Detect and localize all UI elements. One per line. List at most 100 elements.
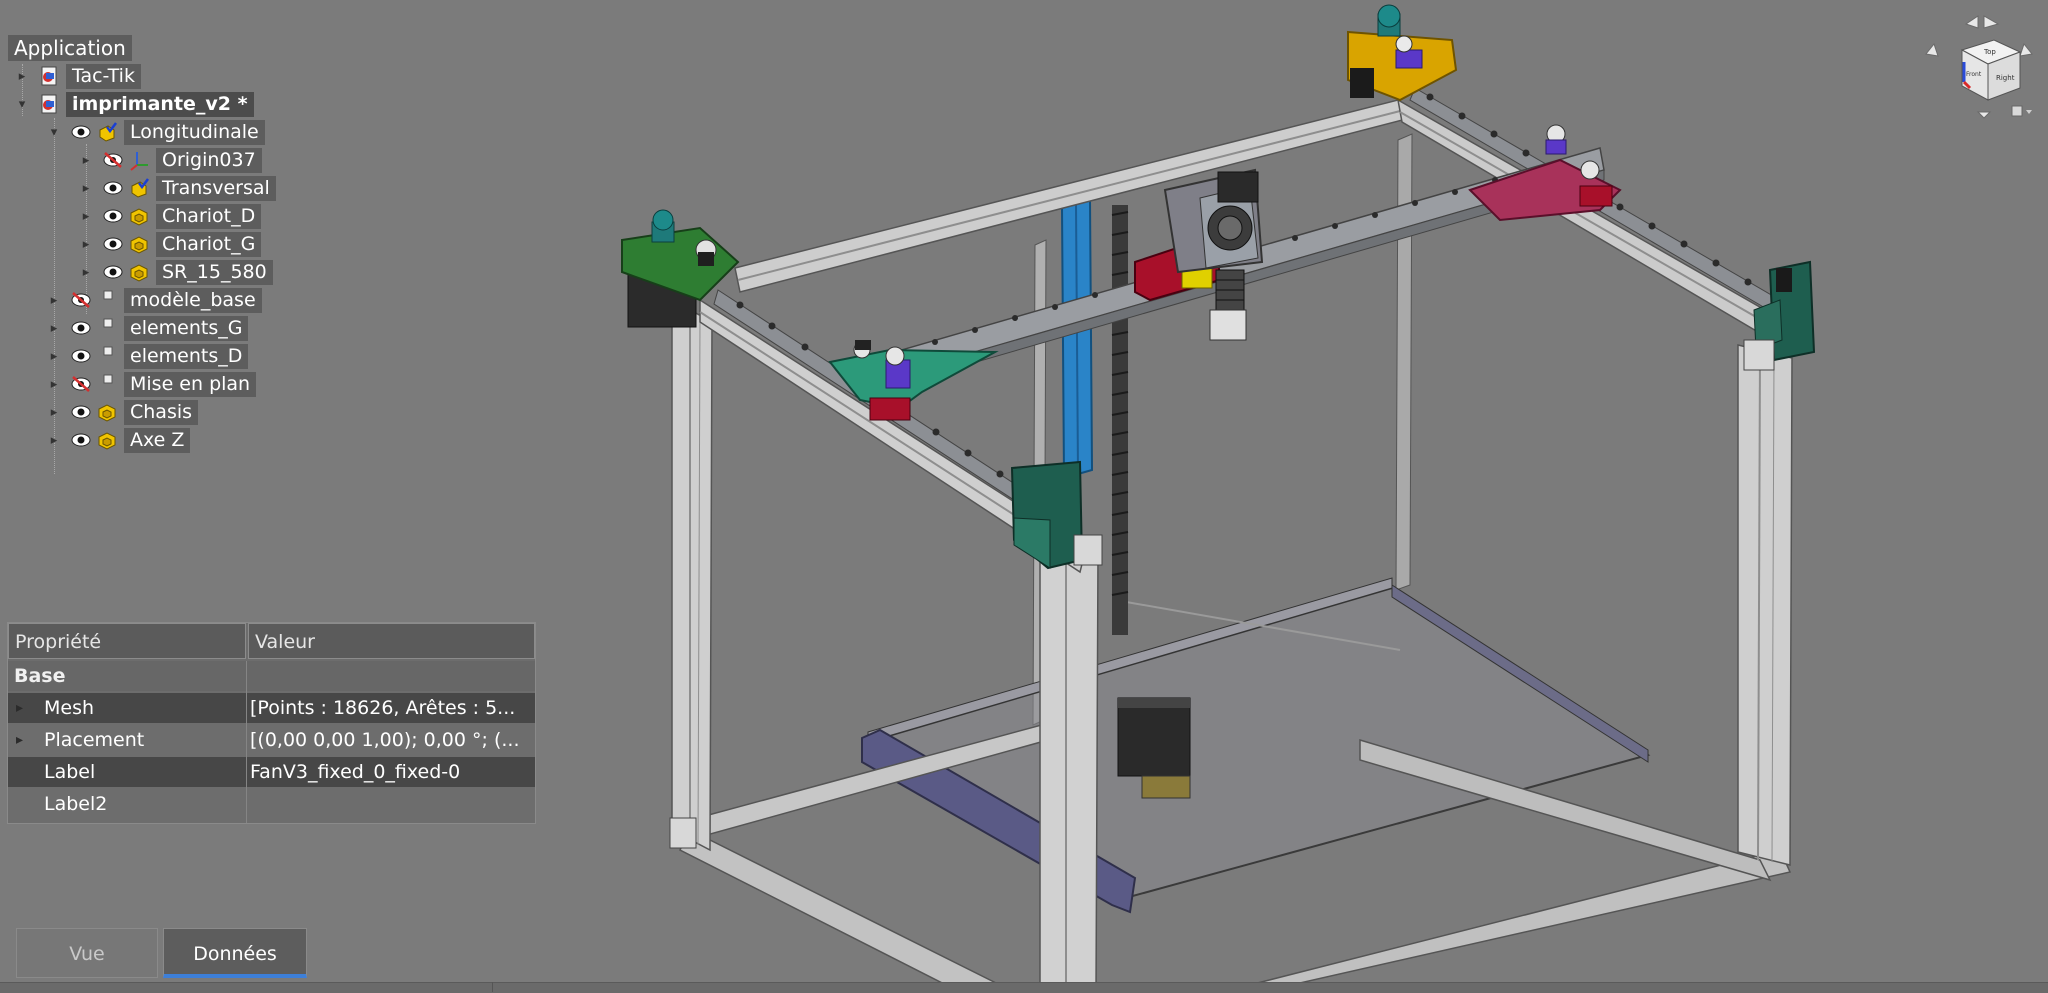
tree-item-label: Longitudinale (124, 119, 265, 145)
eye-visible-icon[interactable] (102, 261, 124, 283)
document-icon (38, 65, 60, 87)
tree-item-label: Mise en plan (124, 371, 257, 397)
group-icon (96, 289, 118, 311)
tree-item-longitudinale[interactable]: ▾ Longitudinale (46, 118, 265, 146)
tree-item-label: modèle_base (124, 287, 262, 313)
chevron-right-icon[interactable]: ▸ (16, 725, 23, 755)
group-icon (96, 317, 118, 339)
eye-visible-icon[interactable] (70, 345, 92, 367)
eye-visible-icon[interactable] (70, 429, 92, 451)
tree-item-label: Origin037 (156, 147, 262, 173)
group-icon (96, 373, 118, 395)
chevron-down-icon[interactable]: ▾ (14, 96, 30, 112)
property-row-placement[interactable]: ▸ Placement [(0,00 0,00 1,00); 0,00 °; (… (8, 725, 535, 755)
part-icon (128, 261, 150, 283)
frame-front-left-post (671, 298, 713, 852)
property-row-label2[interactable]: Label2 (8, 789, 535, 819)
column-divider (246, 661, 247, 823)
tree-item-tac-tik[interactable]: ▸ Tac-Tik (14, 62, 141, 90)
property-row-label[interactable]: Label FanV3_fixed_0_fixed-0 (8, 757, 535, 787)
property-name: Mesh (44, 697, 95, 719)
property-value[interactable] (250, 789, 530, 819)
property-row-mesh[interactable]: ▸ Mesh [Points : 18626, Arêtes : 5... (8, 693, 535, 723)
value-header[interactable]: Valeur (248, 623, 535, 659)
tree-root-application[interactable]: Application (8, 35, 132, 61)
tree-item-sr-15-580[interactable]: ▸ SR_15_580 (78, 258, 273, 286)
property-panel[interactable]: Propriété Valeur Base ▸ Mesh [Points : 1… (7, 622, 536, 824)
chevron-right-icon[interactable]: ▸ (16, 693, 23, 723)
chevron-right-icon[interactable]: ▸ (46, 292, 62, 308)
eye-visible-icon[interactable] (70, 121, 92, 143)
tab-vue[interactable]: Vue (16, 928, 158, 978)
chevron-right-icon[interactable]: ▸ (78, 264, 94, 280)
tree-item-chasis[interactable]: ▸ Chasis (46, 398, 199, 426)
tree-item-chariot-d[interactable]: ▸ Chariot_D (78, 202, 262, 230)
tree-item-label: Chariot_G (156, 231, 262, 257)
tree-item-label: Tac-Tik (66, 63, 141, 89)
chevron-right-icon[interactable]: ▸ (46, 320, 62, 336)
chevron-right-icon[interactable]: ▸ (46, 376, 62, 392)
tree-item-axe-z[interactable]: ▸ Axe Z (46, 426, 191, 454)
property-group-base[interactable]: Base (8, 661, 535, 691)
eye-visible-icon[interactable] (70, 401, 92, 423)
z-blue-rail (1060, 198, 1094, 480)
part-icon (128, 233, 150, 255)
tree-item-chariot-g[interactable]: ▸ Chariot_G (78, 230, 262, 258)
property-value[interactable]: FanV3_fixed_0_fixed-0 (250, 757, 530, 787)
property-name: Label (44, 761, 96, 783)
tree-item-mise-en-plan[interactable]: ▸ Mise en plan (46, 370, 257, 398)
eye-visible-icon[interactable] (102, 177, 124, 199)
chevron-right-icon[interactable]: ▸ (78, 236, 94, 252)
status-bar (0, 982, 2048, 993)
property-value[interactable]: [(0,00 0,00 1,00); 0,00 °; (... (250, 725, 530, 755)
eye-visible-icon[interactable] (102, 233, 124, 255)
property-name: Label2 (44, 793, 108, 815)
tab-donnees[interactable]: Données (163, 928, 307, 978)
tree-item-imprimante-v2[interactable]: ▾ imprimante_v2 * (14, 90, 254, 118)
chevron-right-icon[interactable]: ▸ (78, 152, 94, 168)
tree-item-label: Chasis (124, 399, 199, 425)
document-icon (38, 93, 60, 115)
part-icon (96, 401, 118, 423)
tree-item-label: SR_15_580 (156, 259, 273, 285)
group-icon (96, 345, 118, 367)
eye-hidden-icon[interactable] (70, 289, 92, 311)
part-icon (128, 205, 150, 227)
property-value[interactable]: [Points : 18626, Arêtes : 5... (250, 693, 530, 723)
origin-axes-icon (128, 149, 150, 171)
panel-divider[interactable] (492, 982, 493, 992)
tree-item-label: Axe Z (124, 427, 191, 453)
navcube-right-text: Right (1996, 74, 2015, 82)
tree-item-elements-d[interactable]: ▸ elements_D (46, 342, 249, 370)
chevron-right-icon[interactable]: ▸ (78, 180, 94, 196)
model-tree[interactable]: Application ▸ Tac-Tik ▾ imprimante_v2 * … (0, 32, 560, 474)
assembly-checked-icon (96, 121, 118, 143)
navcube-menu-icon[interactable] (2011, 105, 2032, 117)
tree-item-transversal[interactable]: ▸ Transversal (78, 174, 276, 202)
tree-item-label: imprimante_v2 * (66, 91, 254, 117)
frame-front-center-post (1039, 551, 1099, 992)
chevron-right-icon[interactable]: ▸ (46, 348, 62, 364)
tree-item-label: elements_G (124, 315, 249, 341)
eye-hidden-icon[interactable] (102, 149, 124, 171)
chevron-right-icon[interactable]: ▸ (46, 432, 62, 448)
property-header[interactable]: Propriété (8, 623, 246, 659)
navcube-arrow-down-icon[interactable] (1976, 111, 1992, 119)
chevron-right-icon[interactable]: ▸ (14, 68, 30, 84)
eye-hidden-icon[interactable] (70, 373, 92, 395)
eye-visible-icon[interactable] (102, 205, 124, 227)
navigation-cube[interactable]: Top Front Right (1920, 14, 2040, 124)
tree-item-origin037[interactable]: ▸ Origin037 (78, 146, 262, 174)
z-leadscrew (1111, 205, 1129, 635)
chevron-down-icon[interactable]: ▾ (46, 124, 62, 140)
tree-item-label: elements_D (124, 343, 249, 369)
eye-visible-icon[interactable] (70, 317, 92, 339)
frame-front-right-post (1737, 344, 1793, 866)
chevron-right-icon[interactable]: ▸ (78, 208, 94, 224)
tree-item-elements-g[interactable]: ▸ elements_G (46, 314, 249, 342)
part-icon (96, 429, 118, 451)
chevron-right-icon[interactable]: ▸ (46, 404, 62, 420)
tree-item-label: Chariot_D (156, 203, 262, 229)
assembly-checked-icon (128, 177, 150, 199)
tree-item-modele-base[interactable]: ▸ modèle_base (46, 286, 262, 314)
